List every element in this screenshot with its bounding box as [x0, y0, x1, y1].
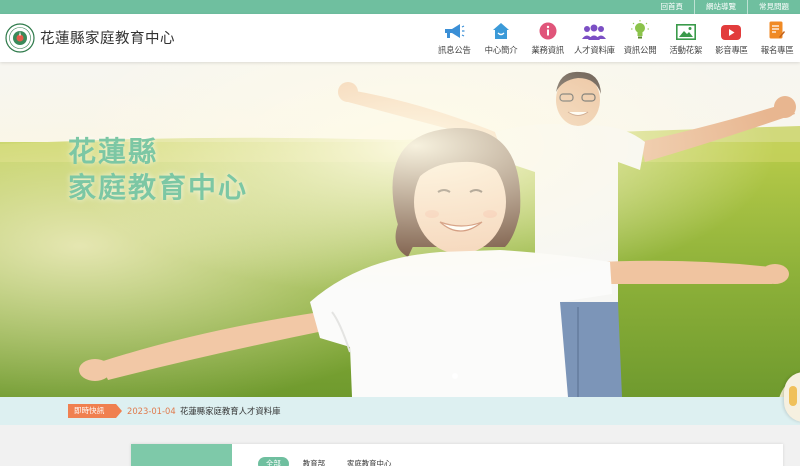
top-links: 回首頁 網站導覽 常見問題 [650, 0, 800, 14]
nav-item-announcements[interactable]: 訊息公告 [432, 14, 478, 62]
nav-item-about[interactable]: 中心簡介 [478, 14, 524, 62]
nav-item-open-info[interactable]: 資訊公開 [617, 14, 663, 62]
ministry-seal-icon [5, 23, 35, 53]
nav-label: 業務資訊 [531, 45, 565, 55]
nav-label: 中心簡介 [484, 45, 518, 55]
top-utility-bar: 回首頁 網站導覽 常見問題 [0, 0, 800, 14]
nav-item-gallery[interactable]: 活動花絮 [663, 14, 709, 62]
nav-label: 訊息公告 [437, 45, 471, 55]
nav-label: 人才資料庫 [573, 45, 615, 55]
ticker-headline[interactable]: 花蓮縣家庭教育人才資料庫 [180, 404, 281, 418]
main-nav: 訊息公告 中心簡介 業務資訊 人才資料庫 資訊公開 活動花絮 影音專區 報名專區 [432, 14, 800, 62]
hero-title-line-2: 家庭教育中心 [68, 171, 249, 204]
hero-photo [0, 62, 800, 397]
form-icon [769, 21, 786, 39]
nav-label: 影音專區 [715, 45, 748, 55]
megaphone-icon [445, 24, 465, 38]
faq-link[interactable]: 常見問題 [747, 0, 800, 14]
house-icon [493, 23, 510, 39]
nav-item-registration[interactable]: 報名專區 [754, 14, 800, 62]
home-link[interactable]: 回首頁 [650, 0, 695, 14]
carousel-dots [452, 373, 458, 379]
tab-family-center[interactable]: 家庭教育中心 [339, 457, 399, 466]
sitemap-link[interactable]: 網站導覽 [694, 0, 747, 14]
news-tabs: 全部 教育部 家庭教育中心 [258, 457, 405, 466]
site-title[interactable]: 花蓮縣家庭教育中心 [40, 27, 175, 48]
nav-label: 資訊公開 [623, 45, 657, 55]
info-icon [539, 22, 557, 40]
carousel-dot[interactable] [452, 373, 458, 379]
tab-moe[interactable]: 教育部 [295, 457, 333, 466]
picture-icon [675, 24, 696, 40]
site-header: 花蓮縣家庭教育中心 訊息公告 中心簡介 業務資訊 人才資料庫 資訊公開 活動花絮… [0, 14, 800, 62]
ticker-badge: 即時快訊 [68, 404, 122, 418]
hero-title-line-1: 花蓮縣 [68, 135, 159, 168]
news-panel-side [131, 444, 232, 466]
nav-label: 報名專區 [760, 45, 794, 55]
news-ticker: 即時快訊 2023-01-04 花蓮縣家庭教育人才資料庫 [0, 397, 800, 425]
tab-all[interactable]: 全部 [258, 457, 289, 466]
nav-label: 活動花絮 [669, 45, 703, 55]
hero-banner: 花蓮縣 家庭教育中心 [0, 62, 800, 397]
news-section: 全部 教育部 家庭教育中心 [0, 425, 800, 466]
nav-item-talent-db[interactable]: 人才資料庫 [572, 14, 618, 62]
people-icon [582, 24, 607, 40]
lightbulb-icon [631, 20, 650, 39]
ticker-date: 2023-01-04 [127, 406, 176, 416]
video-icon [721, 25, 742, 40]
nav-item-services[interactable]: 業務資訊 [525, 14, 571, 62]
ministry-logo[interactable] [5, 23, 35, 53]
hero-title: 花蓮縣 家庭教育中心 [68, 134, 248, 206]
nav-item-video[interactable]: 影音專區 [709, 14, 755, 62]
news-panel: 全部 教育部 家庭教育中心 [131, 444, 783, 466]
